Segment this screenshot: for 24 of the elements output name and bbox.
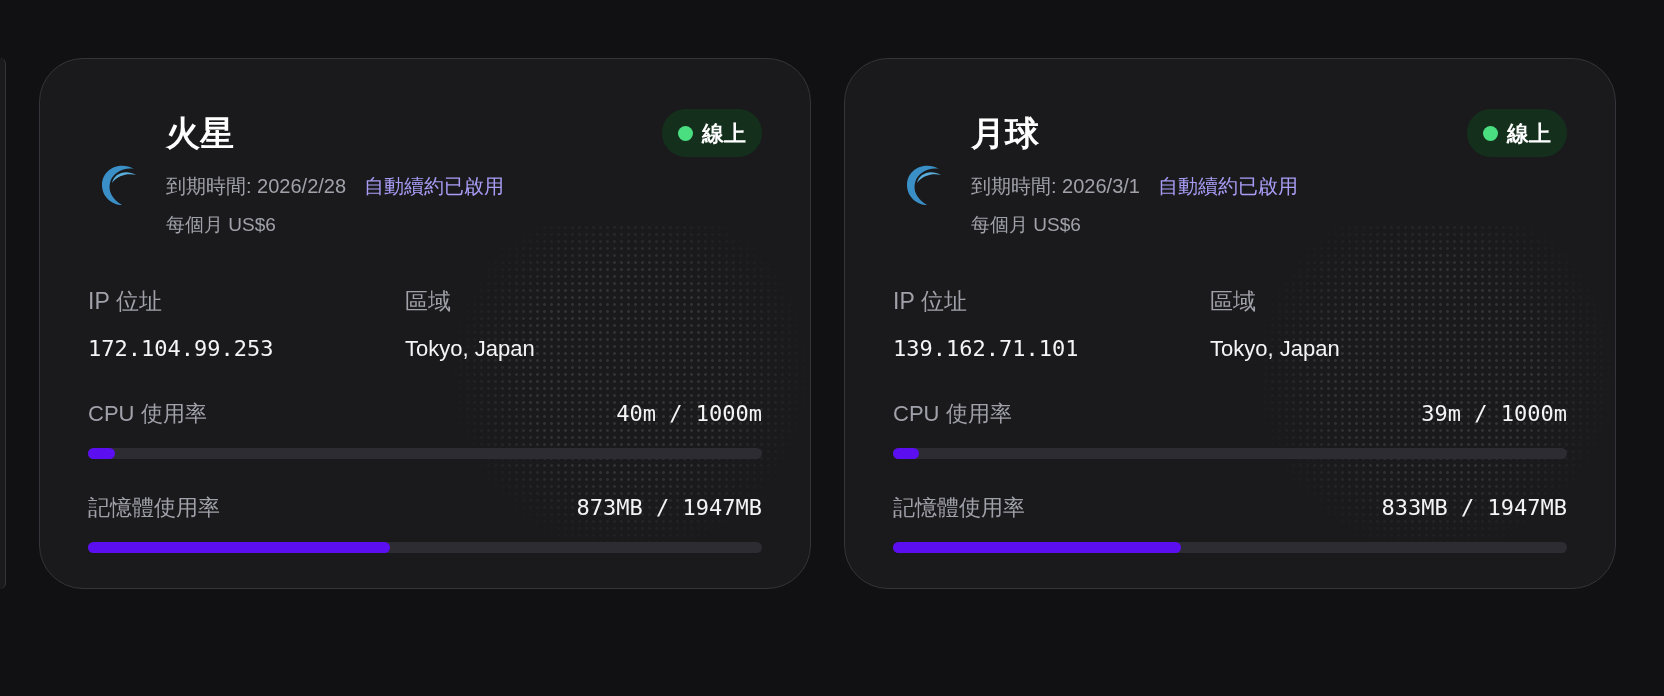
metric-reading: 39m / 1000m <box>1421 400 1567 428</box>
ip-label: IP 位址 <box>88 286 162 316</box>
status-label: 線上 <box>1507 119 1551 148</box>
monthly-price: 每個月 US$6 <box>971 213 1082 237</box>
server-name: 月球 <box>971 113 1040 154</box>
auto-renew-status: 自動續約已啟用 <box>1157 174 1298 199</box>
metric-label: CPU 使用率 <box>893 400 1012 428</box>
metric-label: 記憶體使用率 <box>88 494 220 522</box>
region-value: Tokyo, Japan <box>1210 335 1341 363</box>
server-name: 火星 <box>166 113 235 154</box>
auto-renew-status: 自動續約已啟用 <box>364 174 505 199</box>
expiry-date: 到期時間: 2026/3/1 <box>971 174 1140 199</box>
metric-reading: 40m / 1000m <box>616 400 762 428</box>
metric-label: 記憶體使用率 <box>893 494 1025 522</box>
metric-reading: 833MB / 1947MB <box>1381 494 1567 522</box>
expiry-date: 到期時間: 2026/2/28 <box>166 174 347 199</box>
metric-label: CPU 使用率 <box>88 400 207 428</box>
region-value: Tokyo, Japan <box>405 335 536 363</box>
region-label: 區域 <box>1210 286 1256 316</box>
metric-reading: 873MB / 1947MB <box>576 494 762 522</box>
region-label: 區域 <box>405 286 451 316</box>
ip-label: IP 位址 <box>893 286 967 316</box>
monthly-price: 每個月 US$6 <box>166 213 277 237</box>
status-label: 線上 <box>702 119 746 148</box>
